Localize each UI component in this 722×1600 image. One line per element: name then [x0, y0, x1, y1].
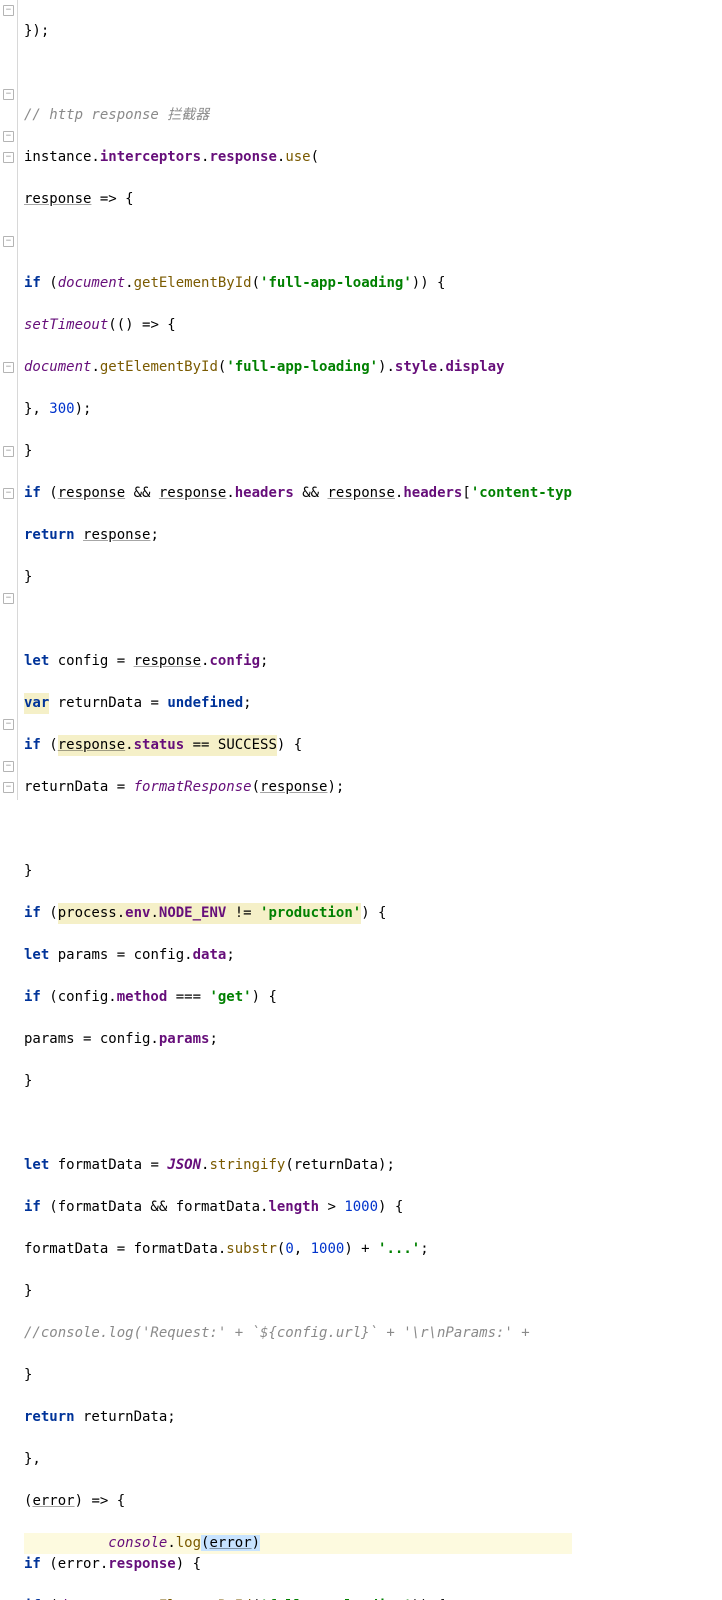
code-line[interactable]: formatData = formatData.substr(0, 1000) … [24, 1239, 572, 1260]
code-editor[interactable]: }); // http response 拦截器 instance.interc… [0, 0, 722, 800]
code-line[interactable]: } [24, 1071, 572, 1092]
fold-icon[interactable] [3, 236, 14, 247]
code-line[interactable]: if (process.env.NODE_ENV != 'production'… [24, 903, 572, 924]
fold-icon[interactable] [3, 761, 14, 772]
code-line[interactable]: setTimeout(() => { [24, 315, 572, 336]
code-line[interactable]: if (response.status == SUCCESS) { [24, 735, 572, 756]
code-line[interactable]: if (config.method === 'get') { [24, 987, 572, 1008]
code-area[interactable]: }); // http response 拦截器 instance.interc… [18, 0, 572, 800]
code-line[interactable]: // http response 拦截器 [24, 105, 572, 126]
code-line[interactable] [24, 231, 572, 252]
code-line[interactable]: if (error.response) { [24, 1554, 572, 1575]
code-line[interactable]: if (formatData && formatData.length > 10… [24, 1197, 572, 1218]
code-line[interactable]: } [24, 441, 572, 462]
fold-icon[interactable] [3, 152, 14, 163]
fold-icon[interactable] [3, 5, 14, 16]
code-line[interactable]: } [24, 567, 572, 588]
code-line[interactable] [24, 63, 572, 84]
code-line[interactable]: response => { [24, 189, 572, 210]
fold-icon[interactable] [3, 488, 14, 499]
code-line[interactable]: }, 300); [24, 399, 572, 420]
code-line[interactable]: (error) => { [24, 1491, 572, 1512]
code-line[interactable] [24, 609, 572, 630]
fold-icon[interactable] [3, 131, 14, 142]
code-line[interactable]: if (document.getElementById('full-app-lo… [24, 1596, 572, 1600]
code-line[interactable]: var returnData = undefined; [24, 693, 572, 714]
fold-icon[interactable] [3, 719, 14, 730]
code-line[interactable] [24, 1113, 572, 1134]
code-line[interactable]: return response; [24, 525, 572, 546]
code-line[interactable] [24, 819, 572, 840]
code-line[interactable]: let formatData = JSON.stringify(returnDa… [24, 1155, 572, 1176]
code-line[interactable]: document.getElementById('full-app-loadin… [24, 357, 572, 378]
code-line[interactable]: returnData = formatResponse(response); [24, 777, 572, 798]
fold-icon[interactable] [3, 446, 14, 457]
code-line[interactable]: } [24, 1281, 572, 1302]
fold-icon[interactable] [3, 362, 14, 373]
code-line[interactable]: let config = response.config; [24, 651, 572, 672]
code-line[interactable]: instance.interceptors.response.use( [24, 147, 572, 168]
fold-icon[interactable] [3, 89, 14, 100]
code-line-active[interactable]: console.log(error) [24, 1533, 572, 1554]
code-line[interactable]: let params = config.data; [24, 945, 572, 966]
gutter [0, 0, 18, 800]
code-line[interactable]: } [24, 861, 572, 882]
code-line[interactable]: params = config.params; [24, 1029, 572, 1050]
code-line[interactable]: return returnData; [24, 1407, 572, 1428]
code-line[interactable]: }); [24, 21, 572, 42]
fold-icon[interactable] [3, 782, 14, 793]
code-line[interactable]: if (response && response.headers && resp… [24, 483, 572, 504]
fold-icon[interactable] [3, 593, 14, 604]
code-line[interactable]: if (document.getElementById('full-app-lo… [24, 273, 572, 294]
code-line[interactable]: //console.log('Request:' + `${config.url… [24, 1323, 572, 1344]
code-line[interactable]: } [24, 1365, 572, 1386]
code-line[interactable]: }, [24, 1449, 572, 1470]
